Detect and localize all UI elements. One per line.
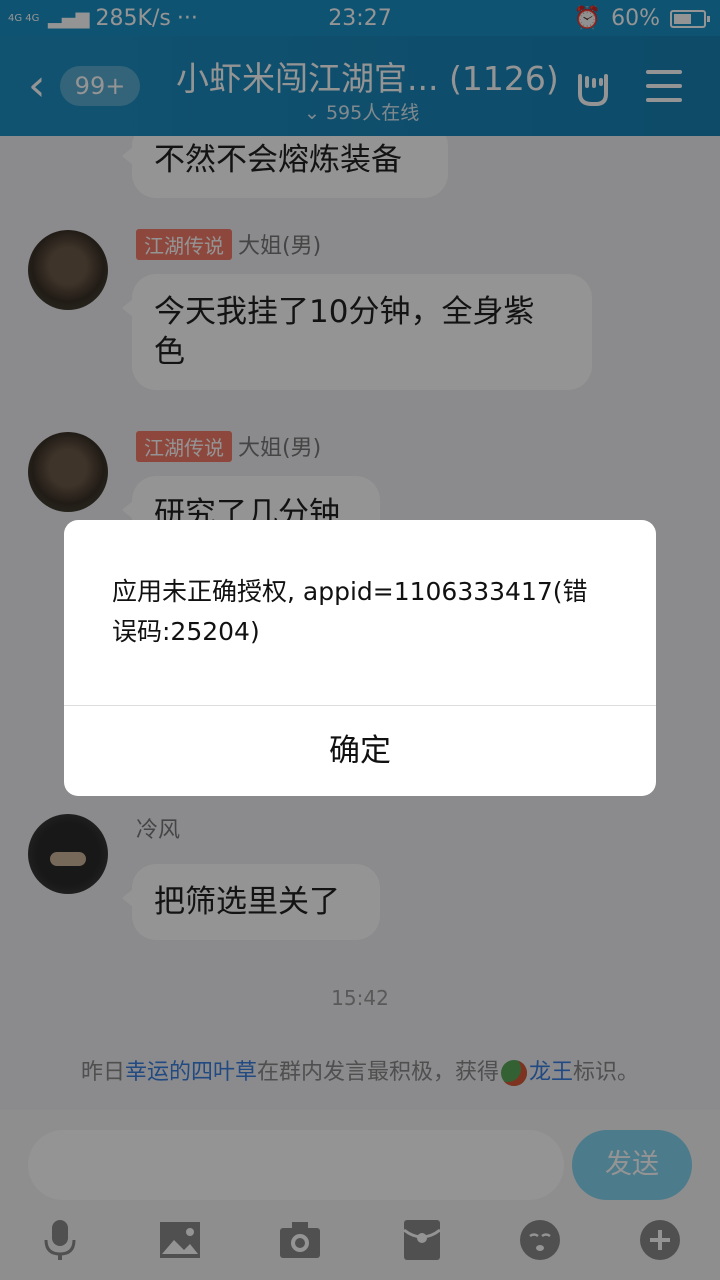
dialog-message: 应用未正确授权, appid=1106333417(错误码:25204): [112, 577, 588, 646]
confirm-button[interactable]: 确定: [64, 706, 656, 796]
error-dialog: 应用未正确授权, appid=1106333417(错误码:25204) 确定: [64, 520, 656, 796]
